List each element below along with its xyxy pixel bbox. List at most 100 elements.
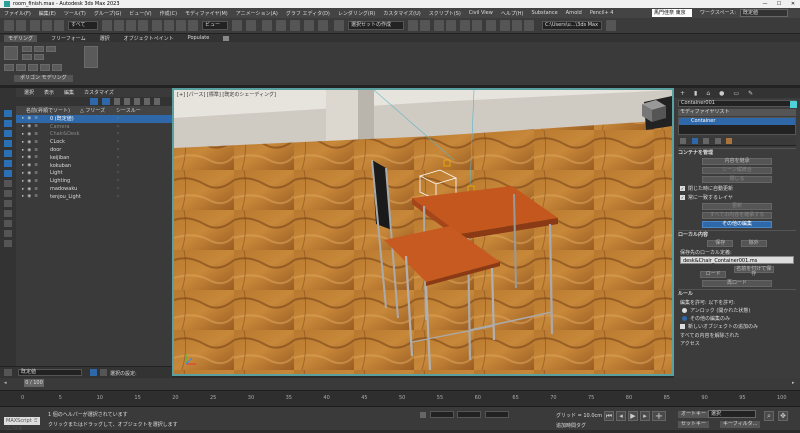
close-icon[interactable]: ✕ <box>786 0 800 8</box>
rollout-rules[interactable]: ルール <box>678 289 796 297</box>
zoom-icon[interactable]: ⌕ <box>764 411 774 421</box>
save-as-button[interactable]: 名前を付けて保存 <box>733 266 774 277</box>
key-filters-button[interactable]: キーフィルタ... <box>720 421 761 428</box>
layer-add-icon[interactable] <box>124 98 130 105</box>
eye-icon[interactable]: ◉ <box>27 163 31 168</box>
maxscript-listener-field[interactable]: MAXScript ミニ リス <box>4 417 40 432</box>
make-unique-icon[interactable] <box>703 138 710 144</box>
menu-help[interactable]: ヘルプ(H) <box>501 10 524 17</box>
spinner-snap-icon[interactable] <box>318 20 328 31</box>
display-frozen-icon[interactable] <box>4 220 12 227</box>
layer-row[interactable]: ▸ ◉ ≡ madowaku ⚬ <box>16 185 172 193</box>
modify-stack-icon[interactable] <box>4 64 14 71</box>
expand-icon[interactable]: ▸ <box>22 187 24 192</box>
layer-row[interactable]: ▸ ◉ ≡ Chair&Desk ⚬ <box>16 131 172 139</box>
display-tab-icon[interactable]: ▭ <box>733 90 739 97</box>
layer-row[interactable]: ▸ ◉ ≡ door ⚬ <box>16 146 172 154</box>
toggle-scene-explorer-icon[interactable] <box>434 20 444 31</box>
render-production-icon[interactable] <box>524 20 534 31</box>
menu-rendering[interactable]: レンダリング(R) <box>338 10 375 17</box>
polygon-mode-icon[interactable] <box>4 46 18 60</box>
layer-options-icon[interactable] <box>154 98 160 105</box>
undo-icon[interactable] <box>4 20 14 31</box>
display-shapes-icon[interactable] <box>4 130 12 137</box>
border-mode-icon[interactable] <box>46 46 56 52</box>
menu-modifiers[interactable]: モディファイヤ(M) <box>185 10 228 17</box>
eye-icon[interactable]: ◉ <box>27 124 31 129</box>
y-coord-field[interactable] <box>457 411 482 418</box>
face-mode-icon[interactable] <box>22 54 32 60</box>
freeze-icon[interactable]: ⚬ <box>116 186 120 192</box>
material-editor-icon[interactable] <box>486 20 496 31</box>
workspace-dropdown[interactable]: 既定値 <box>740 9 788 17</box>
show-end-result-icon[interactable] <box>691 138 698 144</box>
explorer-menu-select[interactable]: 選択 <box>24 89 34 96</box>
stack-item-container[interactable]: Container <box>679 118 795 125</box>
set-key-icon[interactable]: + <box>652 411 666 422</box>
preserve-uv-icon[interactable] <box>40 64 50 71</box>
freeze-icon[interactable]: ⚬ <box>116 131 120 137</box>
project-path-field[interactable]: C:\Users\u...\3ds Max 2023 <box>542 21 602 30</box>
eye-icon[interactable]: ◉ <box>27 179 31 184</box>
add-edit-button[interactable]: その他の編集 <box>702 221 772 228</box>
perspective-viewport[interactable]: [+] [パース] [標準] [既定のシェーディング] <box>172 88 674 376</box>
schematic-view-icon[interactable] <box>472 20 482 31</box>
menu-customize[interactable]: カスタマイズ(U) <box>383 10 420 17</box>
auto-key-button[interactable]: オートキー <box>678 411 710 418</box>
display-hidden-icon[interactable] <box>4 230 12 237</box>
freeze-icon[interactable]: ⚬ <box>116 194 120 200</box>
move-cross-icon[interactable] <box>262 20 272 31</box>
object-name-field[interactable]: Container001 <box>678 100 796 107</box>
time-slider[interactable]: ◂ 0 / 100 ▸ <box>0 378 800 390</box>
modifier-list-dropdown[interactable]: モディファイヤリスト <box>678 109 796 116</box>
layer-row[interactable]: ▸ ◉ ≡ keijiban ⚬ <box>16 154 172 162</box>
freeze-icon[interactable]: ⚬ <box>116 116 120 122</box>
selection-filter-dropdown[interactable]: すべて <box>68 21 98 30</box>
rollout-manage[interactable]: コンテナを管理 <box>678 148 796 156</box>
next-frame-icon[interactable]: ▸ <box>792 380 795 386</box>
explorer-menu-customize[interactable]: カスタマイズ <box>84 89 114 96</box>
inherit-content-button[interactable]: 内容を継承 <box>702 158 772 165</box>
eye-icon[interactable]: ◉ <box>27 116 31 121</box>
align-icon[interactable] <box>420 20 430 31</box>
select-scale-icon[interactable] <box>176 20 186 31</box>
eye-icon[interactable]: ◉ <box>27 155 31 160</box>
display-geometry-icon[interactable] <box>4 120 12 127</box>
link-icon[interactable] <box>30 20 40 31</box>
expand-icon[interactable]: ▸ <box>22 155 24 160</box>
display-bones-icon[interactable] <box>4 200 12 207</box>
curve-editor-icon[interactable] <box>460 20 470 31</box>
modify-tab-icon[interactable]: ▮ <box>694 90 697 97</box>
freeze-icon[interactable]: ⚬ <box>116 170 120 176</box>
freeze-icon[interactable]: ⚬ <box>116 163 120 169</box>
close-button[interactable]: 閉じる <box>702 176 772 183</box>
display-cameras-icon[interactable] <box>4 150 12 157</box>
angle-snap-icon[interactable] <box>290 20 300 31</box>
expand-icon[interactable]: ▸ <box>22 140 24 145</box>
x-coord-field[interactable] <box>429 411 454 418</box>
freeze-icon[interactable]: ⚬ <box>116 147 120 153</box>
menu-scripting[interactable]: スクリプト(S) <box>429 10 461 17</box>
edge-mode-icon[interactable] <box>34 46 44 52</box>
track-bar[interactable]: 0 5 10 15 20 25 30 35 40 45 50 55 60 65 70 75 80 85 90 95 10… <box>0 390 800 406</box>
layer-row[interactable]: ▸ ◉ ≡ CLock ⚬ <box>16 138 172 146</box>
user-login[interactable]: 馬門佳奈 東京 <box>652 9 692 17</box>
reference-coord-dropdown[interactable]: ビュー <box>202 21 228 30</box>
eye-icon[interactable]: ◉ <box>27 171 31 176</box>
layer-row[interactable]: ▸ ◉ ≡ kokuban ⚬ <box>16 162 172 170</box>
selection-sets-icon[interactable] <box>90 369 97 376</box>
redo-icon[interactable] <box>16 20 26 31</box>
freeze-icon[interactable]: ⚬ <box>116 139 120 145</box>
menu-file[interactable]: ファイル(F) <box>4 10 31 17</box>
lock-icon[interactable] <box>114 98 120 105</box>
autoupdate-checkbox[interactable]: ✓ 閉じた時に自動更新 <box>680 185 794 192</box>
hierarchy-tab-icon[interactable]: ⌂ <box>706 90 710 97</box>
expand-icon[interactable]: ▸ <box>22 116 24 121</box>
filter-icon[interactable] <box>90 98 98 105</box>
z-coord-field[interactable] <box>484 411 509 418</box>
snap-3d-icon[interactable] <box>276 20 286 31</box>
keyboard-shortcut-icon[interactable] <box>246 20 256 31</box>
menu-group[interactable]: グループ(G) <box>94 10 121 17</box>
eye-icon[interactable]: ◉ <box>27 140 31 145</box>
menu-edit[interactable]: 編集(E) <box>39 10 56 17</box>
